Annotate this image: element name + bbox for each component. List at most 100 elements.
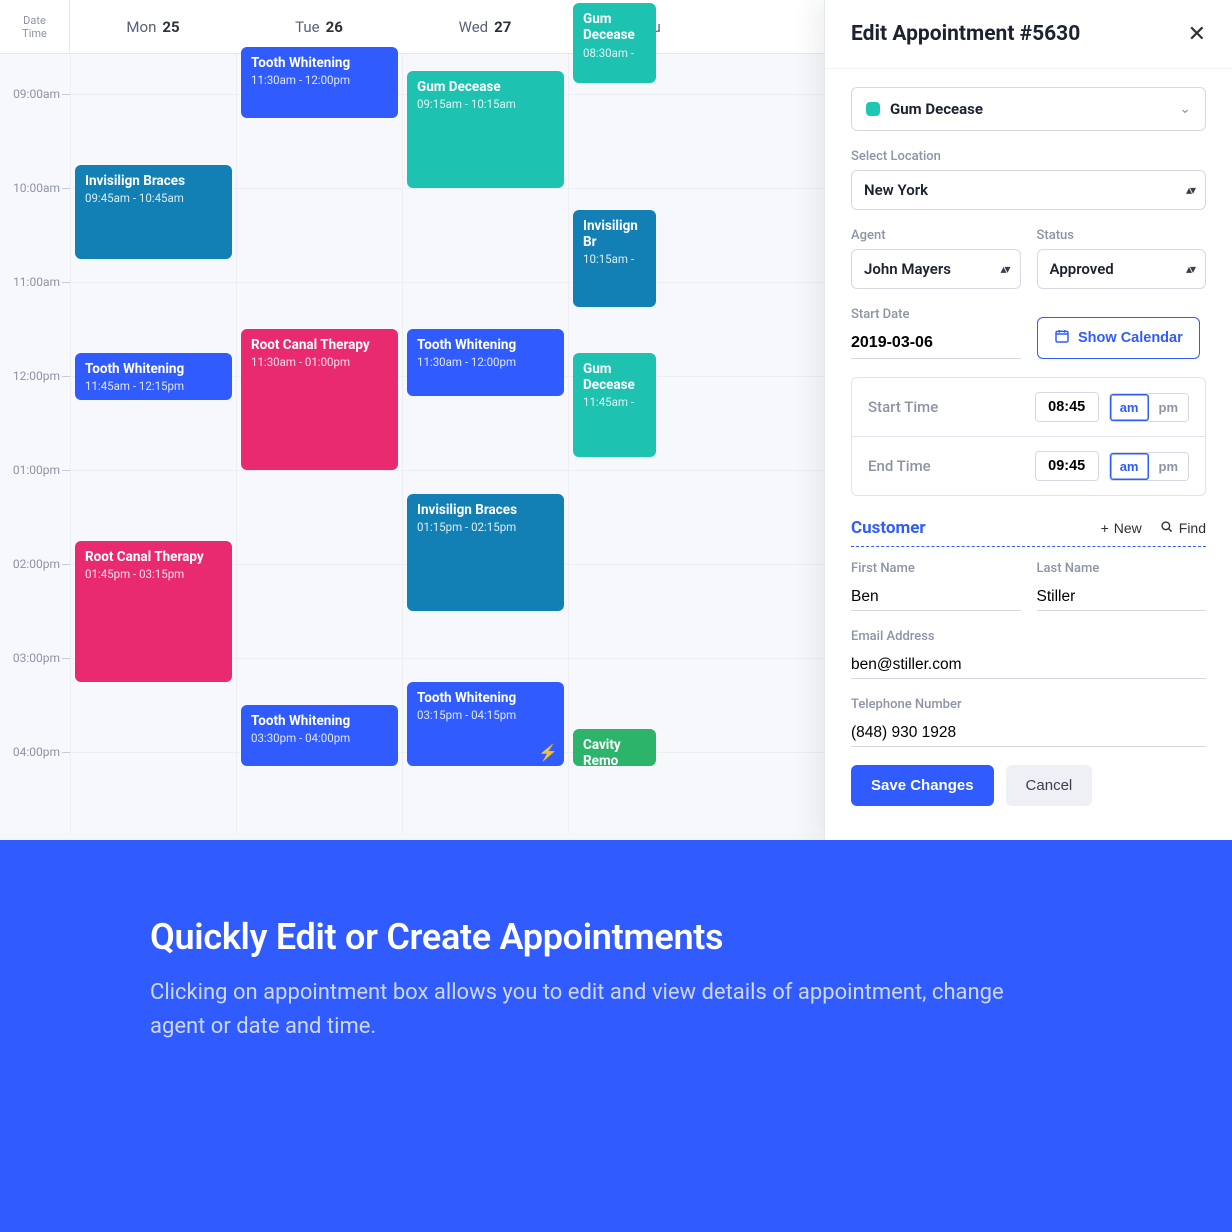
appointment-block[interactable]: Root Canal Therapy 01:45pm - 03:15pm — [75, 541, 232, 682]
appointment-block[interactable]: Invisilign Br 10:15am - — [573, 210, 656, 307]
appointment-block[interactable]: Gum Decease 08:30am - — [573, 3, 656, 83]
end-time-input[interactable] — [1035, 451, 1099, 481]
day-number: 27 — [494, 18, 511, 36]
last-name-input[interactable] — [1037, 582, 1207, 611]
header-corner: Date Time — [0, 0, 70, 53]
day-label: Mon — [126, 18, 156, 36]
appointment-time: 01:15pm - 02:15pm — [417, 520, 554, 534]
end-time-am-button[interactable]: am — [1110, 453, 1149, 480]
appointment-block[interactable]: Tooth Whitening 11:30am - 12:00pm — [241, 47, 398, 118]
end-time-row: End Time am pm — [852, 436, 1205, 495]
phone-label: Telephone Number — [851, 697, 1206, 712]
cancel-button[interactable]: Cancel — [1006, 765, 1093, 806]
location-label: Select Location — [851, 149, 1206, 164]
location-select[interactable]: New York ▴▾ — [851, 170, 1206, 210]
appointment-block[interactable]: Root Canal Therapy 11:30am - 01:00pm — [241, 329, 398, 470]
save-button[interactable]: Save Changes — [851, 765, 994, 806]
time-label: 03:00pm — [13, 651, 60, 665]
time-range-box: Start Time am pm End Time am pm — [851, 377, 1206, 496]
appointment-time: 03:30pm - 04:00pm — [251, 731, 388, 745]
close-icon[interactable]: ✕ — [1188, 23, 1206, 45]
email-label: Email Address — [851, 629, 1206, 644]
appointment-title: Gum Decease — [583, 11, 646, 43]
start-time-pm-button[interactable]: pm — [1149, 394, 1189, 421]
start-date-input[interactable] — [851, 328, 1021, 359]
find-label: Find — [1179, 520, 1206, 536]
search-icon — [1160, 520, 1174, 537]
phone-input[interactable] — [851, 718, 1206, 747]
day-header[interactable]: Tue 26 — [236, 0, 402, 53]
show-calendar-label: Show Calendar — [1078, 330, 1183, 346]
agent-label: Agent — [851, 228, 1021, 243]
day-number: 26 — [326, 18, 343, 36]
appointment-block[interactable]: Gum Decease 09:15am - 10:15am — [407, 71, 564, 189]
panel-body: Gum Decease ⌄ Select Location New York ▴… — [825, 69, 1232, 747]
new-customer-button[interactable]: + New — [1101, 520, 1142, 537]
calendar-icon — [1054, 328, 1070, 348]
status-select[interactable]: Approved ▴▾ — [1037, 249, 1207, 289]
appointment-title: Invisilign Br — [583, 218, 646, 250]
time-label: 09:00am — [13, 87, 60, 101]
appointment-title: Gum Decease — [417, 79, 554, 95]
appointment-block[interactable]: Cavity Remo 03:45pm - — [573, 729, 656, 767]
panel-title: Edit Appointment #5630 — [851, 22, 1080, 46]
day-header[interactable]: Wed 27 — [402, 0, 568, 53]
agent-select[interactable]: John Mayers ▴▾ — [851, 249, 1021, 289]
time-label: 04:00pm — [13, 745, 60, 759]
last-name-label: Last Name — [1037, 561, 1207, 576]
appointment-block[interactable]: Invisilign Braces 09:45am - 10:45am — [75, 165, 232, 259]
appointment-title: Root Canal Therapy — [251, 337, 388, 353]
start-time-am-button[interactable]: am — [1110, 394, 1149, 421]
appointment-time: 01:45pm - 03:15pm — [85, 567, 222, 581]
appointment-block[interactable]: Invisilign Braces 01:15pm - 02:15pm — [407, 494, 564, 612]
start-time-row: Start Time am pm — [852, 378, 1205, 436]
end-time-label: End Time — [868, 457, 1025, 475]
appointment-title: Invisilign Braces — [417, 502, 554, 518]
appointment-title: Gum Decease — [583, 361, 646, 393]
show-calendar-button[interactable]: Show Calendar — [1037, 317, 1200, 359]
customer-heading: Customer — [851, 518, 926, 538]
appointment-block[interactable]: Tooth Whitening 11:30am - 12:00pm — [407, 329, 564, 396]
start-time-label: Start Time — [868, 398, 1025, 416]
promo-heading: Quickly Edit or Create Appointments — [150, 916, 1082, 958]
appointment-time: 09:45am - 10:45am — [85, 191, 222, 205]
customer-section-header: Customer + New Find — [851, 518, 1206, 547]
appointment-block[interactable]: Tooth Whitening 03:30pm - 04:00pm — [241, 705, 398, 766]
service-name: Gum Decease — [890, 100, 1169, 118]
day-label: Wed — [459, 18, 489, 36]
appointment-block[interactable]: Tooth Whitening 11:45am - 12:15pm — [75, 353, 232, 400]
promo-footer: Quickly Edit or Create Appointments Clic… — [0, 840, 1232, 1232]
appointment-time: 09:15am - 10:15am — [417, 97, 554, 111]
service-select[interactable]: Gum Decease ⌄ — [851, 87, 1206, 131]
end-time-ampm: am pm — [1109, 452, 1189, 481]
start-time-input[interactable] — [1035, 392, 1099, 422]
appointment-title: Tooth Whitening — [85, 361, 222, 377]
appointment-time: 11:45am - — [583, 395, 646, 409]
day-column: Gum Decease 08:30am - Invisilign Br 10:1… — [568, 54, 660, 833]
appointment-title: Cavity Remo — [583, 737, 646, 767]
time-gutter: 09:00am10:00am11:00am12:00pm01:00pm02:00… — [0, 54, 70, 833]
start-time-ampm: am pm — [1109, 393, 1189, 422]
appointment-title: Tooth Whitening — [251, 55, 388, 71]
bolt-icon: ⚡ — [538, 743, 558, 762]
appointment-block[interactable]: Tooth Whitening 03:15pm - 04:15pm ⚡ — [407, 682, 564, 767]
email-input[interactable] — [851, 650, 1206, 679]
day-column: Tooth Whitening 11:30am - 12:00pm Root C… — [236, 54, 402, 833]
first-name-input[interactable] — [851, 582, 1021, 611]
first-name-label: First Name — [851, 561, 1021, 576]
chevron-down-icon: ⌄ — [1179, 101, 1191, 117]
appointment-block[interactable]: Gum Decease 11:45am - — [573, 353, 656, 458]
edit-appointment-panel: Edit Appointment #5630 ✕ Gum Decease ⌄ S… — [824, 0, 1232, 840]
end-time-pm-button[interactable]: pm — [1149, 453, 1189, 480]
time-label: 10:00am — [13, 181, 60, 195]
time-label: 12:00pm — [13, 369, 60, 383]
appointment-title: Tooth Whitening — [251, 713, 388, 729]
find-customer-button[interactable]: Find — [1160, 520, 1206, 537]
day-header[interactable]: Mon 25 — [70, 0, 236, 53]
plus-icon: + — [1101, 520, 1109, 536]
time-label: 11:00am — [13, 275, 60, 289]
time-label: 01:00pm — [13, 463, 60, 477]
day-column: Gum Decease 09:15am - 10:15am Tooth Whit… — [402, 54, 568, 833]
location-value: New York — [851, 170, 1206, 210]
appointment-time: 08:30am - — [583, 46, 646, 60]
